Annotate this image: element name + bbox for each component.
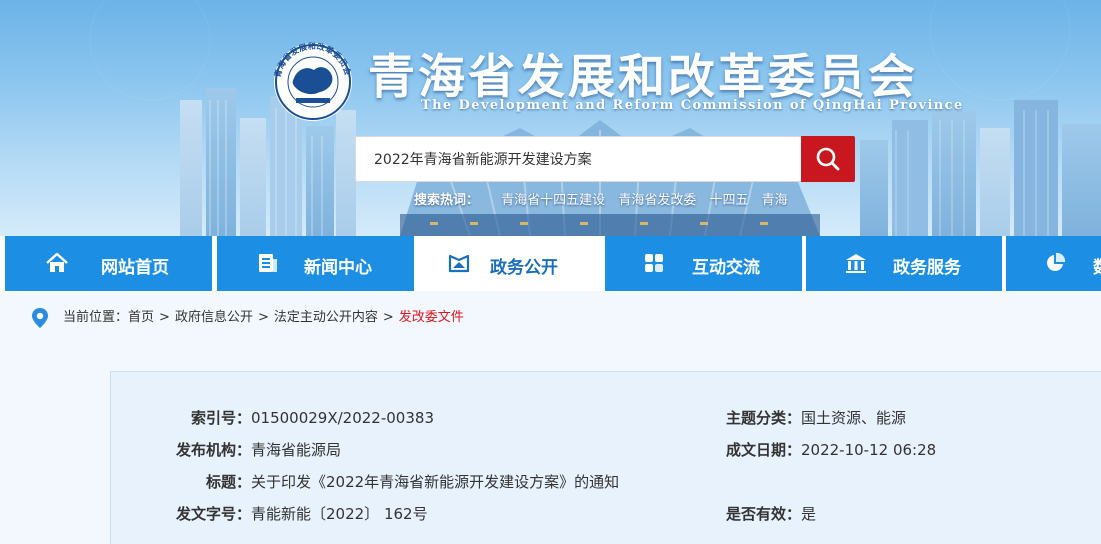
hot-search-bar: 搜索热词： 青海省十四五建设 青海省发改委 十四五 青海: [414, 192, 797, 210]
meta-title: 标题： 关于印发《2022年青海省新能源开发建设方案》的通知: [206, 471, 620, 493]
hot-search-term[interactable]: 十四五: [709, 193, 748, 208]
main-nav: 网站首页 新闻中心 政务公开 互动交流 政务服务: [0, 236, 1101, 291]
breadcrumb-current[interactable]: 发改委文件: [399, 310, 464, 325]
meta-date: 成文日期： 2022-10-12 06:28: [726, 439, 937, 461]
hot-search-term[interactable]: 青海: [762, 193, 788, 208]
breadcrumb-separator: >: [257, 310, 269, 325]
meta-key: 索引号：: [190, 409, 251, 427]
meta-index-no: 索引号： 01500029X/2022-00383: [191, 407, 434, 429]
interaction-icon: [645, 254, 663, 272]
nav-item-services[interactable]: 政务服务: [806, 236, 1002, 291]
nav-label: 新闻中心: [304, 258, 372, 278]
hot-search-label: 搜索热词：: [414, 193, 480, 208]
nav-item-news[interactable]: 新闻中心: [217, 236, 414, 291]
breadcrumb-separator: >: [382, 310, 394, 325]
breadcrumb-item-statutory[interactable]: 法定主动公开内容: [274, 310, 378, 325]
hot-search-term[interactable]: 青海省发改委: [618, 193, 696, 208]
meta-value: 01500029X/2022-00383: [251, 409, 434, 427]
meta-topic: 主题分类： 国土资源、能源: [726, 407, 907, 429]
site-subtitle: The Development and Reform Commission of…: [421, 98, 964, 113]
seal-logo: 青海省发展和改革委员会: [272, 42, 353, 121]
meta-value: 2022-10-12 06:28: [801, 441, 937, 459]
nav-item-open-affairs[interactable]: 政务公开: [418, 236, 601, 291]
meta-publisher: 发布机构： 青海省能源局: [176, 439, 342, 461]
nav-item-interaction[interactable]: 互动交流: [605, 236, 802, 291]
news-icon: [259, 254, 277, 272]
meta-key: 发布机构：: [175, 441, 251, 459]
document-meta-panel: 索引号： 01500029X/2022-00383 发布机构： 青海省能源局 标…: [110, 371, 1101, 544]
meta-valid: 是否有效： 是: [726, 503, 817, 525]
breadcrumb-prefix: 当前位置：: [63, 310, 129, 325]
meta-value: 青海省能源局: [251, 441, 342, 459]
site-header: 青海省发展和改革委员会 青海省发展和改革委员会 The Development …: [0, 0, 1101, 236]
breadcrumb-separator: >: [159, 310, 170, 325]
meta-key: 成文日期：: [725, 441, 801, 459]
nav-label: 政务公开: [490, 258, 558, 278]
nav-item-home[interactable]: 网站首页: [5, 236, 212, 291]
search-button[interactable]: [801, 136, 855, 182]
search-box: [355, 136, 801, 182]
nav-label: 网站首页: [101, 258, 169, 278]
breadcrumb-item-home[interactable]: 首页: [128, 310, 154, 325]
search-input[interactable]: [356, 137, 794, 181]
nav-label: 互动交流: [692, 258, 760, 278]
meta-doc-no: 发文字号： 青能新能〔2022〕 162号: [176, 503, 428, 525]
nav-label: 数: [1093, 253, 1101, 278]
nav-item-data[interactable]: 数: [1006, 236, 1101, 291]
meta-value: 青能新能〔2022〕 162号: [251, 505, 428, 523]
open-affairs-icon: [448, 254, 470, 273]
meta-key: 发文字号：: [175, 505, 251, 523]
breadcrumb-item-gov-info[interactable]: 政府信息公开: [175, 310, 253, 325]
hot-search-term[interactable]: 青海省十四五建设: [501, 193, 605, 208]
meta-key: 标题：: [205, 473, 251, 491]
meta-value: 国土资源、能源: [801, 409, 907, 427]
service-building-icon: [846, 254, 866, 273]
home-icon: [46, 252, 68, 272]
site-title: 青海省发展和改革委员会: [368, 50, 918, 105]
meta-key: 主题分类：: [725, 409, 801, 427]
meta-key: 是否有效：: [725, 505, 801, 523]
nav-label: 政务服务: [893, 258, 961, 278]
location-pin-icon: [32, 308, 48, 328]
meta-value: 是: [801, 505, 817, 523]
meta-value: 关于印发《2022年青海省新能源开发建设方案》的通知: [251, 473, 620, 491]
search-icon: [816, 147, 840, 171]
pie-chart-icon: [1047, 252, 1066, 271]
